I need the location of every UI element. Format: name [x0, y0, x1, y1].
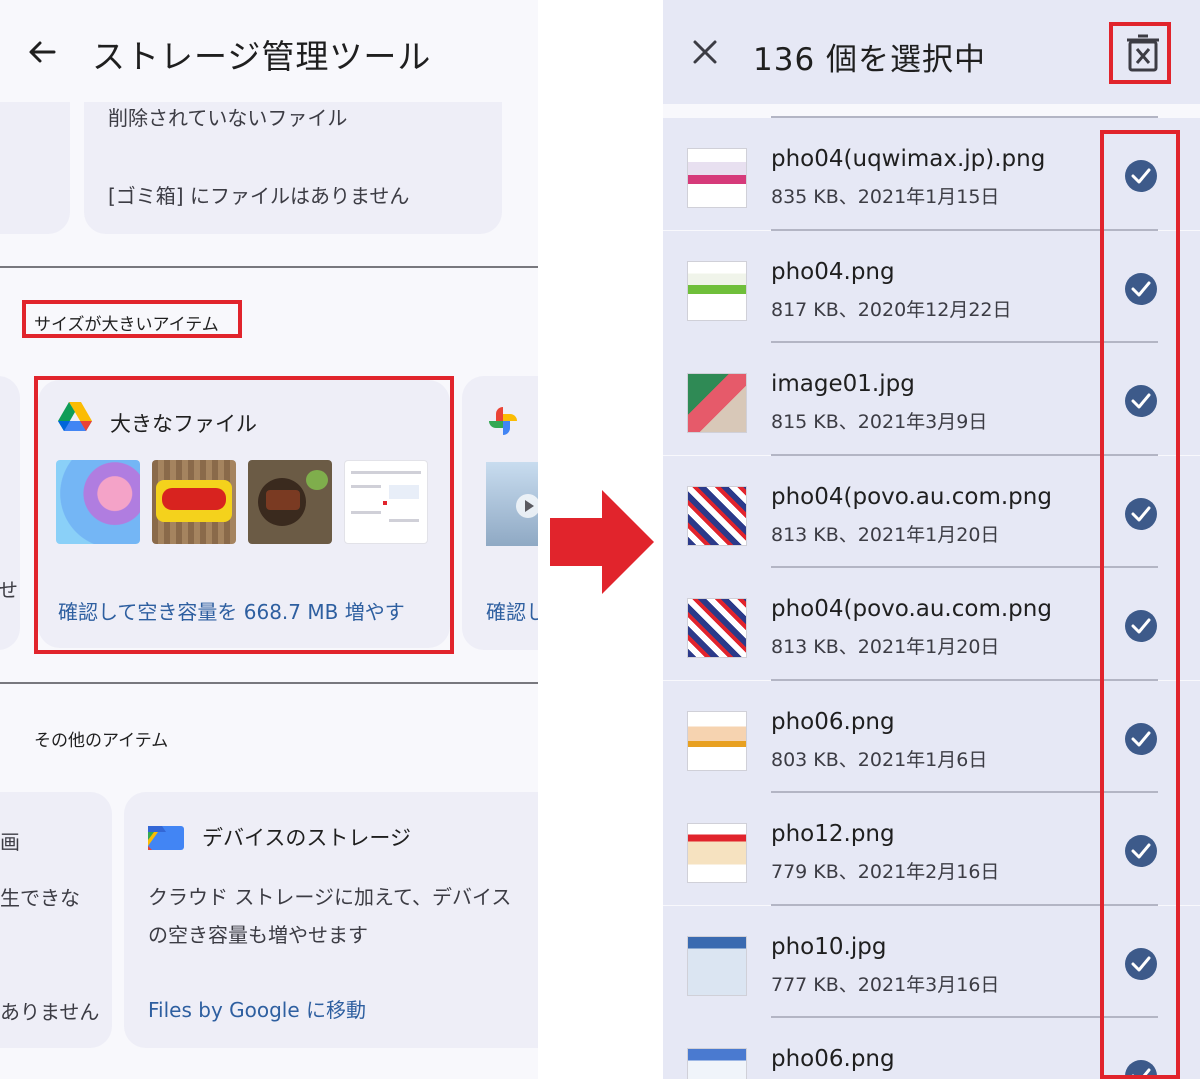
- file-meta: 777 KB、2021年3月16日: [771, 974, 1000, 996]
- other-items-label: その他のアイテム: [34, 731, 169, 751]
- highlight-box-section-label: [22, 300, 242, 338]
- photos-card-partial[interactable]: 確認し: [462, 376, 538, 650]
- files-by-google-link[interactable]: Files by Google に移動: [148, 994, 366, 1023]
- partial-card-line: 画: [0, 830, 20, 854]
- google-photos-icon: [489, 407, 517, 435]
- file-thumbnail: [687, 598, 747, 658]
- partial-card-text: せ: [0, 578, 18, 602]
- file-name: pho12.png: [771, 821, 895, 847]
- file-thumbnail: [687, 261, 747, 321]
- file-name: pho06.png: [771, 1046, 895, 1072]
- file-name: pho04(uqwimax.jp).png: [771, 146, 1046, 172]
- highlight-box-large-files: [34, 376, 454, 654]
- file-thumbnail: [687, 373, 747, 433]
- section-divider: [0, 682, 538, 684]
- partial-card-line: ありません: [0, 1000, 100, 1024]
- file-name: pho10.jpg: [771, 934, 887, 960]
- photos-review-link[interactable]: 確認し: [486, 596, 538, 625]
- transition-arrow-icon: [550, 490, 654, 594]
- file-meta: 817 KB、2020年12月22日: [771, 299, 1012, 321]
- trash-empty-text: [ゴミ箱] にファイルはありません: [108, 184, 410, 208]
- section-divider: [0, 266, 538, 268]
- file-name: pho04(povo.au.com.png: [771, 484, 1052, 510]
- file-meta: 813 KB、2021年1月20日: [771, 636, 1000, 658]
- media-card-partial[interactable]: 画 生できな ありません: [0, 792, 112, 1048]
- file-name: pho04.png: [771, 259, 895, 285]
- file-thumbnail: [687, 486, 747, 546]
- back-arrow-icon[interactable]: [26, 36, 58, 68]
- device-storage-title: デバイスのストレージ: [202, 826, 411, 850]
- file-thumbnail: [687, 1048, 747, 1079]
- file-thumbnail: [687, 936, 747, 996]
- video-thumbnail[interactable]: [486, 462, 538, 546]
- trash-status-text: 削除されていないファイル: [108, 106, 348, 130]
- file-name: pho04(povo.au.com.png: [771, 596, 1052, 622]
- file-thumbnail: [687, 148, 747, 208]
- close-icon[interactable]: [691, 38, 719, 66]
- file-meta: 815 KB、2021年3月9日: [771, 411, 988, 433]
- page-title: ストレージ管理ツール: [92, 37, 432, 76]
- device-storage-card[interactable]: デバイスのストレージ クラウド ストレージに加えて、デバイスの空き容量も増やせま…: [124, 792, 538, 1048]
- card-partial-left[interactable]: せ: [0, 376, 20, 650]
- file-meta: 779 KB、2021年2月16日: [771, 861, 1000, 883]
- files-by-google-icon: [148, 826, 184, 850]
- selection-screen: 136 個を選択中 pho04(uqwimax.jp).png 835 KB、20…: [663, 0, 1200, 1079]
- file-name: image01.jpg: [771, 371, 915, 397]
- highlight-box-delete: [1109, 22, 1171, 84]
- file-meta: 835 KB、2021年1月15日: [771, 186, 1000, 208]
- play-icon: [516, 494, 538, 518]
- storage-manager-screen: 削除されていないファイル [ゴミ箱] にファイルはありません ストレージ管理ツー…: [0, 0, 538, 1079]
- file-name: pho06.png: [771, 709, 895, 735]
- file-meta: 813 KB、2021年1月20日: [771, 524, 1000, 546]
- selection-count-title: 136 個を選択中: [753, 42, 987, 78]
- partial-card-line: 生できな: [0, 886, 80, 910]
- file-thumbnail: [687, 711, 747, 771]
- play-triangle: [525, 500, 534, 512]
- file-thumbnail: [687, 823, 747, 883]
- file-meta: 803 KB、2021年1月6日: [771, 749, 988, 771]
- highlight-box-checkmarks: [1100, 130, 1180, 1079]
- device-storage-description: クラウド ストレージに加えて、デバイスの空き容量も増やせます: [148, 885, 512, 947]
- app-bar: ストレージ管理ツール: [0, 0, 538, 102]
